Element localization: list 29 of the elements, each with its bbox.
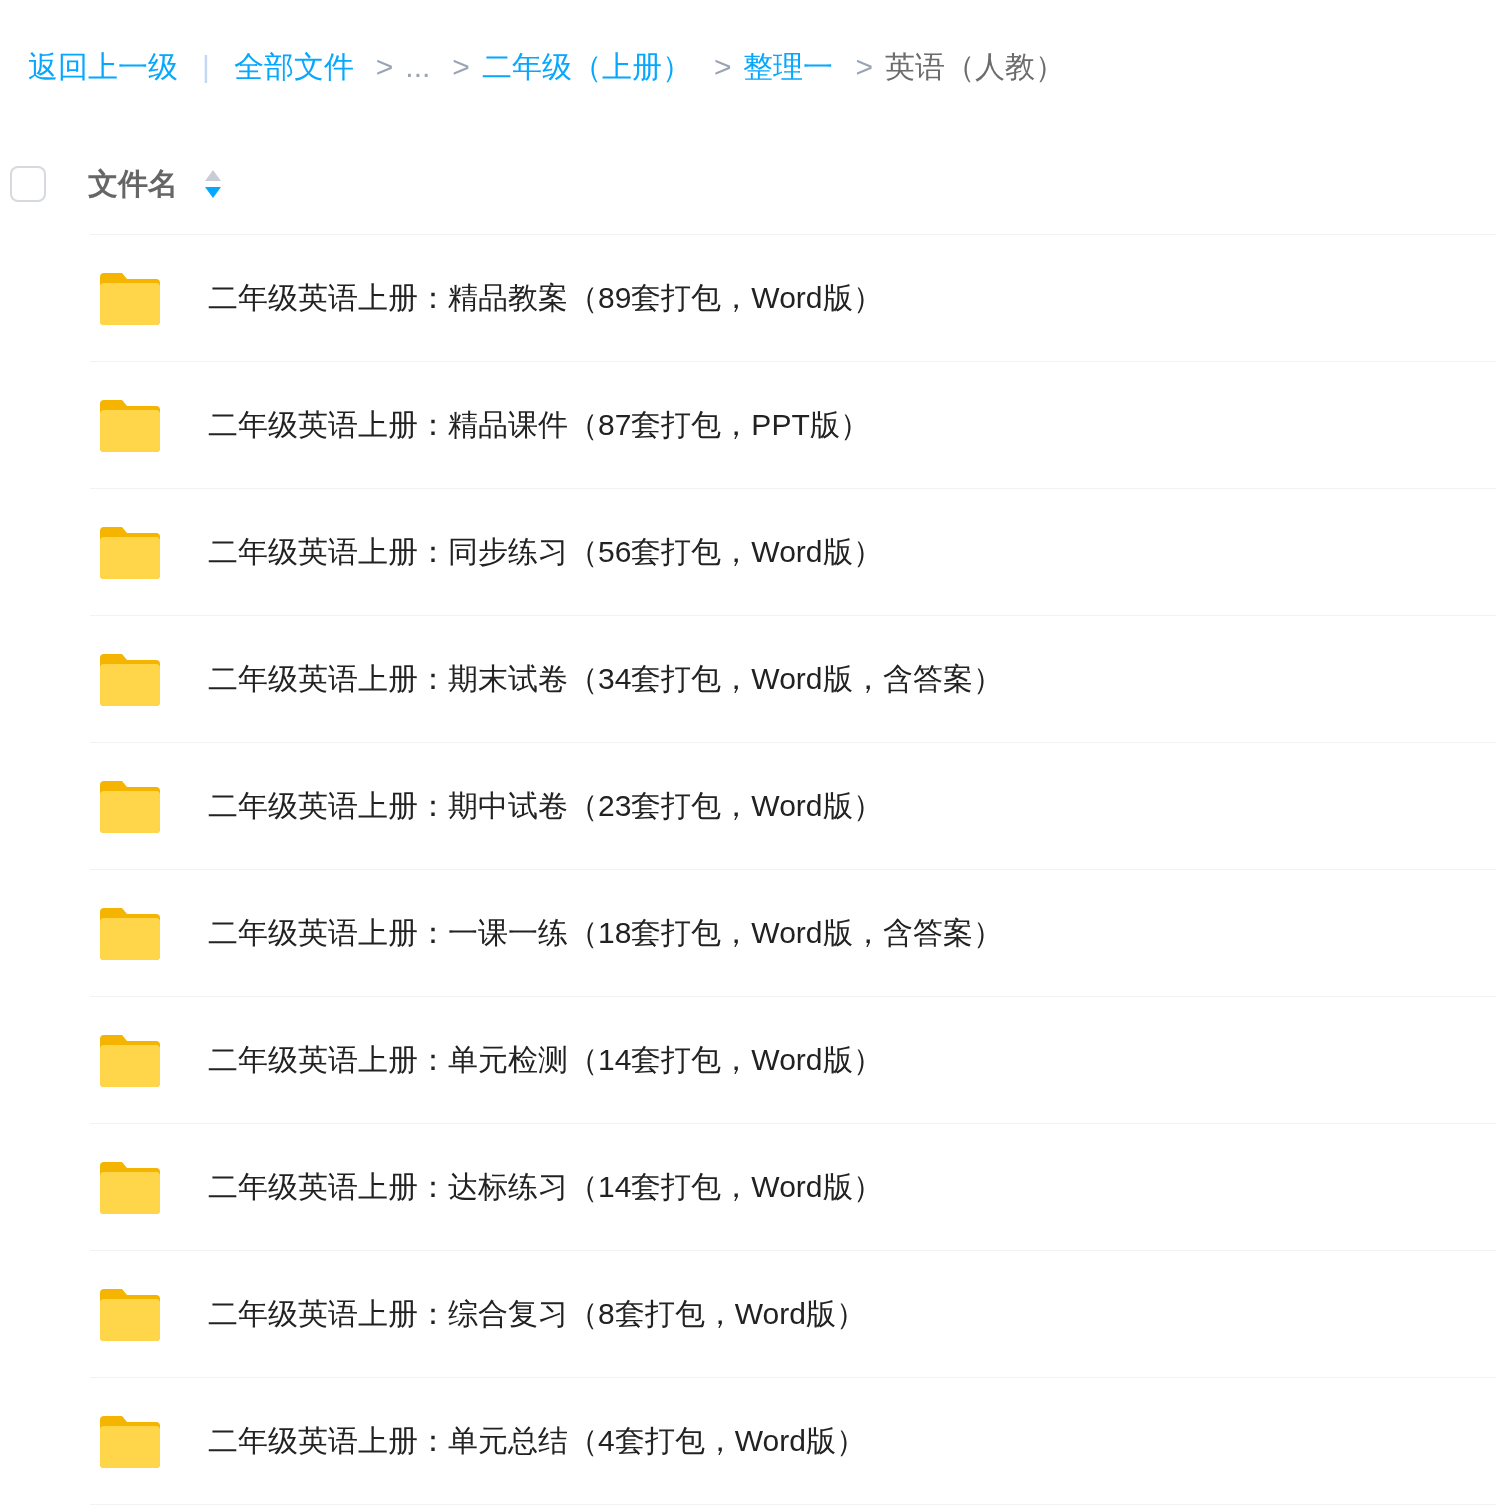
folder-icon bbox=[100, 398, 160, 452]
folder-name[interactable]: 二年级英语上册：一课一练（18套打包，Word版，含答案） bbox=[208, 912, 1003, 954]
folder-name[interactable]: 二年级英语上册：精品教案（89套打包，Word版） bbox=[208, 277, 883, 319]
folder-icon bbox=[100, 652, 160, 706]
folder-name[interactable]: 二年级英语上册：同步练习（56套打包，Word版） bbox=[208, 531, 883, 573]
folder-name[interactable]: 二年级英语上册：期中试卷（23套打包，Word版） bbox=[208, 785, 883, 827]
current-folder: 英语（人教） bbox=[884, 48, 1065, 85]
folder-name[interactable]: 二年级英语上册：精品课件（87套打包，PPT版） bbox=[208, 404, 870, 446]
breadcrumb-separator: > bbox=[452, 50, 470, 84]
breadcrumb-divider: | bbox=[202, 50, 210, 84]
breadcrumb-separator: > bbox=[375, 50, 394, 84]
folder-icon bbox=[100, 271, 160, 325]
sort-icon[interactable] bbox=[204, 169, 222, 199]
folder-icon bbox=[100, 906, 160, 960]
folder-icon bbox=[100, 779, 160, 833]
breadcrumb-separator: > bbox=[713, 50, 732, 84]
select-all-checkbox[interactable] bbox=[10, 166, 46, 202]
folder-name[interactable]: 二年级英语上册：单元检测（14套打包，Word版） bbox=[208, 1039, 883, 1081]
breadcrumb-separator: > bbox=[855, 50, 873, 84]
folder-name[interactable]: 二年级英语上册：综合复习（8套打包，Word版） bbox=[208, 1293, 866, 1335]
folder-name[interactable]: 二年级英语上册：单元总结（4套打包，Word版） bbox=[208, 1420, 866, 1462]
column-header[interactable]: 文件名 bbox=[88, 163, 178, 205]
folder-name[interactable]: 二年级英语上册：达标练习（14套打包，Word版） bbox=[208, 1166, 883, 1208]
folder-icon bbox=[100, 525, 160, 579]
folder-icon bbox=[100, 1414, 160, 1468]
folder-icon bbox=[100, 1033, 160, 1087]
folder-name[interactable]: 二年级英语上册：期末试卷（34套打包，Word版，含答案） bbox=[208, 658, 1003, 700]
folder-icon bbox=[100, 1287, 160, 1341]
folder-icon bbox=[100, 1160, 160, 1214]
